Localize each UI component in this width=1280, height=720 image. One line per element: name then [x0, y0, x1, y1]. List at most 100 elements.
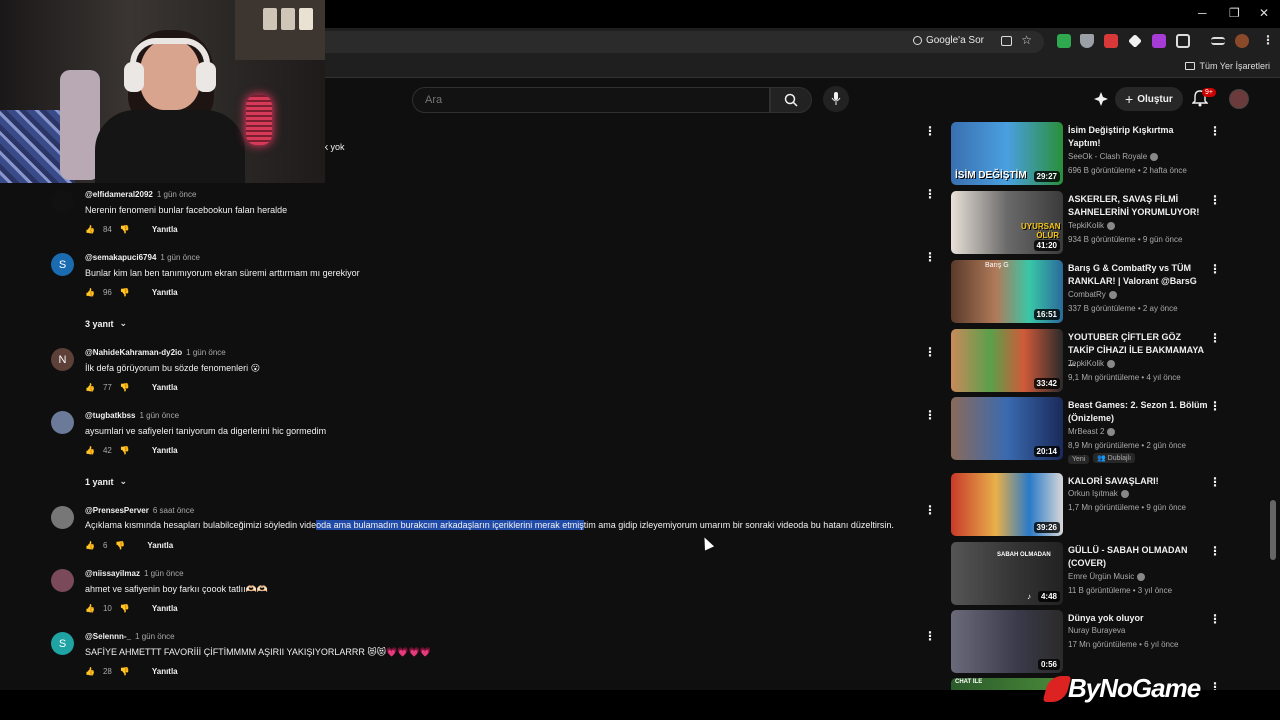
comment-time[interactable]: 1 gün önce — [160, 253, 200, 262]
all-bookmarks[interactable]: Tüm Yer İşaretleri — [1185, 61, 1270, 71]
extension-icon-1[interactable] — [1057, 34, 1071, 48]
tab-search-icon[interactable] — [1211, 37, 1225, 45]
channel-name[interactable]: SeeOk - Clash Royale — [1068, 152, 1159, 161]
thumbs-down-icon[interactable]: 👎 — [120, 288, 130, 297]
reply-button[interactable]: Yanıtla — [152, 383, 178, 392]
video-title[interactable]: Dünya yok oluyor — [1068, 612, 1208, 625]
video-title[interactable]: ASKERLER, SAVAŞ FİLMİ SAHNELERİNİ YORUML… — [1068, 193, 1208, 219]
avatar[interactable] — [1229, 89, 1249, 109]
avatar[interactable] — [51, 411, 74, 434]
thumbs-up-icon[interactable]: 👍 — [85, 604, 95, 613]
video-menu-icon[interactable]: ⋮ — [1209, 193, 1221, 207]
browser-menu-icon[interactable]: ⋮ — [1262, 33, 1274, 47]
comment-time[interactable]: 1 gün önce — [157, 190, 197, 199]
video-thumbnail[interactable]: SABAH OLMADAN ♪ 4:48 — [951, 542, 1063, 605]
video-thumbnail[interactable]: Barış G 16:51 — [951, 260, 1063, 323]
puzzle-icon[interactable] — [1176, 34, 1190, 48]
thumbs-up-icon[interactable]: 👍 — [85, 446, 95, 455]
comment-author[interactable]: @elfidameral2092 — [85, 190, 153, 199]
reply-button[interactable]: Yanıtla — [152, 288, 178, 297]
reply-button[interactable]: Yanıtla — [147, 541, 173, 550]
comment-menu-icon[interactable]: ⋮ — [924, 345, 936, 359]
search-button[interactable] — [770, 87, 812, 113]
replies-toggle[interactable]: 1 yanıt ⌄ — [85, 476, 127, 487]
comment-menu-icon[interactable]: ⋮ — [924, 124, 936, 138]
profile-icon[interactable] — [1235, 34, 1249, 48]
voice-search-button[interactable] — [823, 86, 849, 112]
thumbs-down-icon[interactable]: 👎 — [115, 541, 125, 550]
video-thumbnail[interactable]: 20:14 — [951, 397, 1063, 460]
thumbs-up-icon[interactable]: 👍 — [85, 225, 95, 234]
star-icon[interactable]: ☆ — [1021, 33, 1032, 47]
google-sor-chip[interactable]: Google'a Sor — [912, 35, 984, 46]
avatar[interactable]: S — [51, 632, 74, 655]
video-title[interactable]: KALORİ SAVAŞLARI! — [1068, 475, 1208, 488]
thumbs-down-icon[interactable]: 👎 — [120, 446, 130, 455]
video-thumbnail[interactable]: İSİM DEĞİŞTİM 29:27 — [951, 122, 1063, 185]
thumbs-up-icon[interactable]: 👍 — [85, 288, 95, 297]
install-icon[interactable] — [1001, 36, 1012, 46]
avatar[interactable] — [51, 190, 74, 213]
video-menu-icon[interactable]: ⋮ — [1209, 399, 1221, 413]
replies-toggle[interactable]: 3 yanıt ⌄ — [85, 318, 127, 329]
thumbs-down-icon[interactable]: 👎 — [120, 383, 130, 392]
close-button[interactable]: ✕ — [1259, 6, 1269, 20]
video-title[interactable]: Barış G & CombatRy vs TÜM RANKLAR! | Val… — [1068, 262, 1208, 288]
channel-name[interactable]: TepkiKolik — [1068, 359, 1116, 368]
avatar[interactable]: S — [51, 253, 74, 276]
comment-menu-icon[interactable]: ⋮ — [924, 187, 936, 201]
cast-sparkle-icon[interactable] — [1093, 91, 1109, 107]
create-button[interactable]: + Oluştur — [1115, 87, 1183, 111]
extension-icon-4[interactable] — [1128, 34, 1142, 48]
channel-name[interactable]: Orkun Işıtmak — [1068, 489, 1129, 498]
thumbs-down-icon[interactable]: 👎 — [120, 225, 130, 234]
comment-time[interactable]: 1 gün önce — [186, 348, 226, 357]
channel-name[interactable]: CombatRy — [1068, 290, 1117, 299]
video-menu-icon[interactable]: ⋮ — [1209, 331, 1221, 345]
reply-button[interactable]: Yanıtla — [152, 446, 178, 455]
thumbs-up-icon[interactable]: 👍 — [85, 667, 95, 676]
extension-icon-5[interactable] — [1152, 34, 1166, 48]
extension-icon-3[interactable] — [1104, 34, 1118, 48]
video-menu-icon[interactable]: ⋮ — [1209, 612, 1221, 626]
minimize-button[interactable]: ─ — [1198, 6, 1207, 20]
reply-button[interactable]: Yanıtla — [152, 604, 178, 613]
shield-icon[interactable] — [1080, 34, 1094, 48]
video-title[interactable]: GÜLLÜ - SABAH OLMADAN (COVER) — [1068, 544, 1208, 570]
comment-author[interactable]: @niissayilmaz — [85, 569, 140, 578]
video-thumbnail[interactable]: 33:42 — [951, 329, 1063, 392]
channel-name[interactable]: MrBeast 2 — [1068, 427, 1116, 436]
video-menu-icon[interactable]: ⋮ — [1209, 544, 1221, 558]
avatar[interactable] — [51, 569, 74, 592]
comment-menu-icon[interactable]: ⋮ — [924, 503, 936, 517]
comment-menu-icon[interactable]: ⋮ — [924, 629, 936, 643]
video-title[interactable]: Beast Games: 2. Sezon 1. Bölüm (Önizleme… — [1068, 399, 1208, 425]
video-menu-icon[interactable]: ⋮ — [1209, 680, 1221, 690]
comment-author[interactable]: @NahideKahraman-dy2io — [85, 348, 182, 357]
comment-time[interactable]: 1 gün önce — [139, 411, 179, 420]
comment-time[interactable]: 1 gün önce — [135, 632, 175, 641]
comment-author[interactable]: @Selennn-_ — [85, 632, 131, 641]
comment-author[interactable]: @semakapuci6794 — [85, 253, 156, 262]
comment-author[interactable]: @PrensesPerver — [85, 506, 149, 515]
video-thumbnail[interactable]: UYURSAN ÖLÜR 41:20 — [951, 191, 1063, 254]
comment-menu-icon[interactable]: ⋮ — [924, 408, 936, 422]
video-menu-icon[interactable]: ⋮ — [1209, 262, 1221, 276]
restore-button[interactable]: ❐ — [1229, 6, 1240, 20]
channel-name[interactable]: TepkiKolik — [1068, 221, 1116, 230]
comment-author[interactable]: @tugbatkbss — [85, 411, 135, 420]
video-menu-icon[interactable]: ⋮ — [1209, 124, 1221, 138]
thumbs-up-icon[interactable]: 👍 — [85, 541, 95, 550]
reply-button[interactable]: Yanıtla — [152, 667, 178, 676]
video-title[interactable]: İsim Değiştirip Kışkırtma Yaptım! — [1068, 124, 1208, 150]
channel-name[interactable]: Emre Ürgün Music — [1068, 572, 1146, 581]
avatar[interactable] — [51, 506, 74, 529]
omnibox[interactable]: Google'a Sor ☆ — [260, 31, 1044, 53]
video-thumbnail[interactable]: 39:26 — [951, 473, 1063, 536]
avatar[interactable]: N — [51, 348, 74, 371]
comment-menu-icon[interactable]: ⋮ — [924, 250, 936, 264]
comment-time[interactable]: 6 saat önce — [153, 506, 194, 515]
reply-button[interactable]: Yanıtla — [152, 225, 178, 234]
thumbs-up-icon[interactable]: 👍 — [85, 383, 95, 392]
video-menu-icon[interactable]: ⋮ — [1209, 475, 1221, 489]
